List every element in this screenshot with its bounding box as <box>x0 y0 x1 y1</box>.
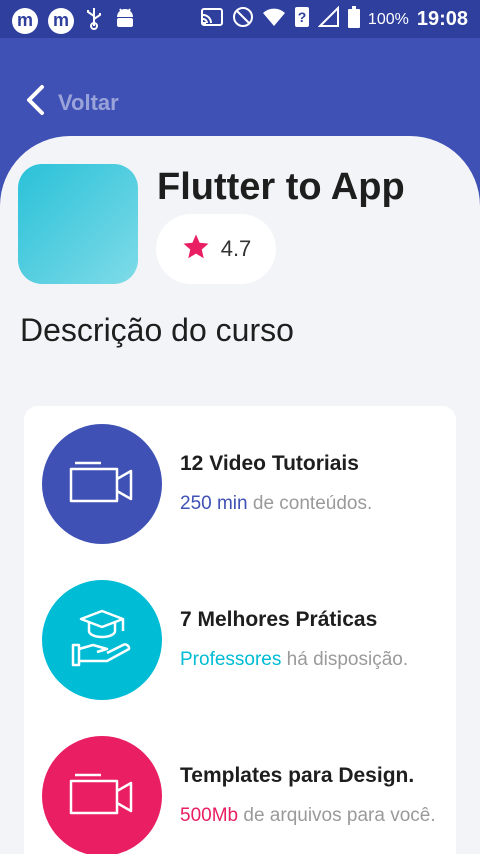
rating-badge: 4.7 <box>156 214 276 284</box>
feature-highlight: 500Mb <box>180 805 239 826</box>
chevron-left-icon <box>24 84 46 121</box>
battery-icon <box>347 6 360 33</box>
feature-icon-circle <box>42 424 162 544</box>
feature-highlight: Professores <box>180 649 282 670</box>
feature-title: Templates para Design. <box>180 764 415 787</box>
android-icon <box>114 6 136 35</box>
clock: 19:08 <box>416 8 468 30</box>
feature-title: 7 Melhores Práticas <box>180 608 378 631</box>
wifi-icon <box>262 7 286 32</box>
course-logo <box>18 164 138 284</box>
back-label: Voltar <box>58 89 119 115</box>
app-notification-icon: m <box>12 7 38 34</box>
back-button[interactable]: Voltar <box>24 84 119 121</box>
feature-icon-circle <box>42 580 162 700</box>
graduation-hand-icon <box>67 603 137 678</box>
video-camera-icon <box>67 457 137 512</box>
course-title: Flutter to App <box>157 166 405 208</box>
unknown-network-icon: ? <box>294 6 310 33</box>
feature-subtitle: Professores há disposição. <box>180 648 445 672</box>
feature-item-videos[interactable]: 12 Video Tutoriais 250 min de conteúdos. <box>42 424 456 544</box>
feature-subtitle: 250 min de conteúdos. <box>180 492 445 516</box>
svg-text:?: ? <box>298 9 307 25</box>
feature-subtitle-rest: de conteúdos. <box>247 493 373 514</box>
signal-icon <box>317 5 340 33</box>
feature-highlight: 250 min <box>180 493 248 514</box>
feature-subtitle-rest: de arquivos para você. <box>238 805 436 826</box>
feature-title: 12 Video Tutoriais <box>180 452 359 475</box>
feature-subtitle: 500Mb de arquivos para você. <box>180 804 445 828</box>
feature-subtitle-rest: há disposição. <box>281 649 409 670</box>
feature-icon-circle <box>42 736 162 854</box>
app-notification-icon: m <box>48 7 74 34</box>
status-bar: m m ? 100% 19:08 <box>0 0 480 38</box>
battery-percent: 100% <box>367 10 409 28</box>
feature-item-practices[interactable]: 7 Melhores Práticas Professores há dispo… <box>42 580 456 700</box>
feature-item-templates[interactable]: Templates para Design. 500Mb de arquivos… <box>42 736 456 854</box>
rating-value: 4.7 <box>220 236 252 261</box>
do-not-disturb-icon <box>232 6 254 33</box>
video-camera-icon <box>67 769 137 824</box>
section-title: Descrição do curso <box>20 312 294 348</box>
star-icon <box>181 232 211 267</box>
usb-icon <box>84 6 104 35</box>
cast-icon <box>200 7 224 32</box>
